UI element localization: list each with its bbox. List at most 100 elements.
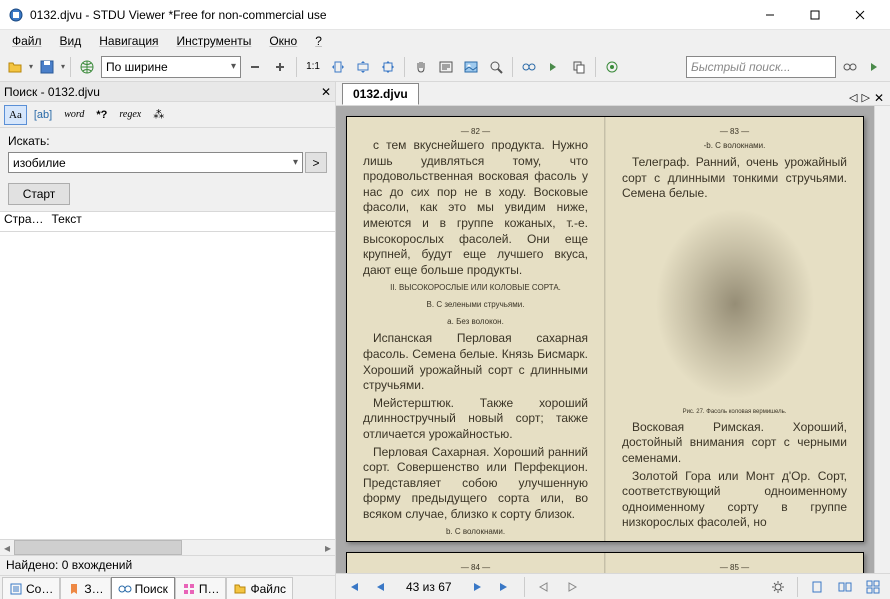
tab-prev-button[interactable]: ◁ — [849, 91, 857, 105]
menubar: Файл Вид Навигация Инструменты Окно ? — [0, 30, 890, 52]
book-text: Мейстерштюк. Также хороший длинностручны… — [363, 396, 588, 443]
illustration-caption: Рис. 27. Фасоль коловая вермишель. — [622, 409, 847, 415]
book-text: Испанская Перловая сахарная фасоль. Семе… — [363, 331, 588, 393]
book-text: Телеграф. Ранний, очень урожайный сорт с… — [622, 155, 847, 202]
settings-button[interactable] — [601, 56, 623, 78]
titlebar: 0132.djvu - STDU Viewer *Free for non-co… — [0, 0, 890, 30]
document-area: 0132.djvu ◁ ▷ ✕ — 82 — с тем вкуснейшего… — [336, 82, 890, 599]
start-button[interactable]: Старт — [8, 183, 70, 205]
tab-contents[interactable]: Со… — [2, 577, 60, 599]
page-left: — 84 — …обложек отличается лишь высокоро… — [347, 553, 604, 573]
col-page[interactable]: Стра… — [4, 212, 44, 231]
search-options: Aa [ab] word *? regex ⁂ — [0, 102, 335, 128]
fit-page-button[interactable] — [377, 56, 399, 78]
main-toolbar: ▾ ▾ По ширине 1:1 Быстрый поиск... — [0, 52, 890, 82]
col-text[interactable]: Текст — [52, 212, 82, 231]
close-panel-button[interactable]: ✕ — [321, 85, 331, 99]
menu-help[interactable]: ? — [307, 32, 330, 50]
save-button[interactable] — [36, 56, 58, 78]
search-panel: Поиск - 0132.djvu ✕ Aa [ab] word *? rege… — [0, 82, 336, 599]
zoom-out-button[interactable] — [244, 56, 266, 78]
results-header: Стра… Текст — [0, 212, 335, 232]
search-label: Искать: — [8, 134, 327, 148]
window-title: 0132.djvu - STDU Viewer *Free for non-co… — [30, 8, 747, 22]
book-text: Восковая Римская. Хороший, достойный вни… — [622, 420, 847, 467]
magnifier-button[interactable] — [485, 56, 507, 78]
view-single-button[interactable] — [806, 576, 828, 598]
view-spread-button[interactable] — [834, 576, 856, 598]
regex-toggle[interactable]: regex — [114, 105, 146, 125]
fit-width-button[interactable] — [327, 56, 349, 78]
quick-search-next-button[interactable] — [864, 56, 886, 78]
menu-file[interactable]: Файл — [4, 32, 50, 50]
tab-next-button[interactable]: ▷ — [861, 91, 869, 105]
prev-page-button[interactable] — [370, 576, 392, 598]
tab-thumbnails[interactable]: П… — [175, 577, 227, 599]
page-viewport[interactable]: — 82 — с тем вкуснейшего продукта. Нужно… — [336, 106, 874, 573]
zoom-select[interactable]: По ширине — [101, 56, 241, 78]
find-next-button[interactable] — [543, 56, 565, 78]
results-status: Найдено: 0 вхождений — [0, 555, 335, 575]
book-heading: а. Без волокон. — [363, 317, 588, 326]
fit-height-button[interactable] — [352, 56, 374, 78]
viewer-vscrollbar[interactable] — [874, 106, 890, 573]
search-panel-title: Поиск - 0132.djvu — [4, 85, 100, 99]
book-text: с тем вкуснейшего продукта. Нужно лишь у… — [363, 138, 588, 278]
document-tab[interactable]: 0132.djvu — [342, 83, 419, 105]
left-tabstrip: Со… З… Поиск П… Файлс — [0, 575, 335, 599]
page-left: — 82 — с тем вкуснейшего продукта. Нужно… — [347, 117, 604, 541]
search-input[interactable]: изобилие — [8, 152, 303, 173]
tab-close-button[interactable]: ✕ — [874, 91, 884, 105]
brightness-button[interactable] — [767, 576, 789, 598]
select-image-button[interactable] — [460, 56, 482, 78]
minimize-button[interactable] — [747, 1, 792, 29]
tab-bookmarks[interactable]: З… — [60, 577, 110, 599]
tab-search[interactable]: Поиск — [111, 577, 175, 599]
page-right: — 83 — -b. С волокнами. Телеграф. Ранний… — [606, 117, 863, 541]
tab-files[interactable]: Файлс — [226, 577, 293, 599]
hand-tool-button[interactable] — [410, 56, 432, 78]
multisearch-toggle[interactable]: ⁂ — [148, 105, 169, 125]
results-list: ◂ ▸ — [0, 232, 335, 555]
wildcard-toggle[interactable]: *? — [91, 105, 112, 125]
close-button[interactable] — [837, 1, 882, 29]
quick-search-go-button[interactable] — [839, 56, 861, 78]
menu-window[interactable]: Окно — [261, 32, 305, 50]
view-grid-button[interactable] — [862, 576, 884, 598]
find-button[interactable] — [518, 56, 540, 78]
open-button[interactable] — [4, 56, 26, 78]
book-heading: b. С волокнами. — [363, 527, 588, 536]
page-spread: — 84 — …обложек отличается лишь высокоро… — [346, 552, 864, 573]
page-right: — 85 — …свинистых почках, так как внесен… — [606, 553, 863, 573]
nav-back-button[interactable] — [533, 576, 555, 598]
maximize-button[interactable] — [792, 1, 837, 29]
page-spread: — 82 — с тем вкуснейшего продукта. Нужно… — [346, 116, 864, 542]
book-heading: II. ВЫСОКОРОСЛЫЕ ИЛИ КОЛОВЫЕ СОРТА. — [363, 283, 588, 292]
search-go-button[interactable]: > — [305, 152, 327, 173]
select-text-button[interactable] — [435, 56, 457, 78]
book-text: Золотой Гора или Монт д'Ор. Сорт, соотве… — [622, 469, 847, 531]
book-text: Перловая Сахарная. Хороший ранний сорт. … — [363, 445, 588, 523]
highlight-toggle[interactable]: [ab] — [29, 105, 57, 125]
nav-fwd-button[interactable] — [561, 576, 583, 598]
zoom-in-button[interactable] — [269, 56, 291, 78]
quick-search-input[interactable]: Быстрый поиск... — [686, 56, 836, 78]
first-page-button[interactable] — [342, 576, 364, 598]
book-heading: -b. С волокнами. — [622, 141, 847, 150]
last-page-button[interactable] — [494, 576, 516, 598]
menu-nav[interactable]: Навигация — [91, 32, 166, 50]
book-heading: В. С зелеными стручьями. — [363, 300, 588, 309]
fit-11-button[interactable]: 1:1 — [302, 56, 324, 78]
next-page-button[interactable] — [466, 576, 488, 598]
menu-view[interactable]: Вид — [52, 32, 90, 50]
match-case-toggle[interactable]: Aa — [4, 105, 27, 125]
menu-tools[interactable]: Инструменты — [169, 32, 260, 50]
nav-toolbar: 43 из 67 — [336, 573, 890, 599]
copy-button[interactable] — [568, 56, 590, 78]
globe-icon[interactable] — [76, 56, 98, 78]
book-illustration — [655, 208, 815, 400]
app-icon — [8, 7, 24, 23]
results-hscrollbar[interactable]: ◂ ▸ — [0, 539, 335, 555]
page-indicator: 43 из 67 — [398, 580, 460, 594]
whole-word-toggle[interactable]: word — [59, 105, 89, 125]
